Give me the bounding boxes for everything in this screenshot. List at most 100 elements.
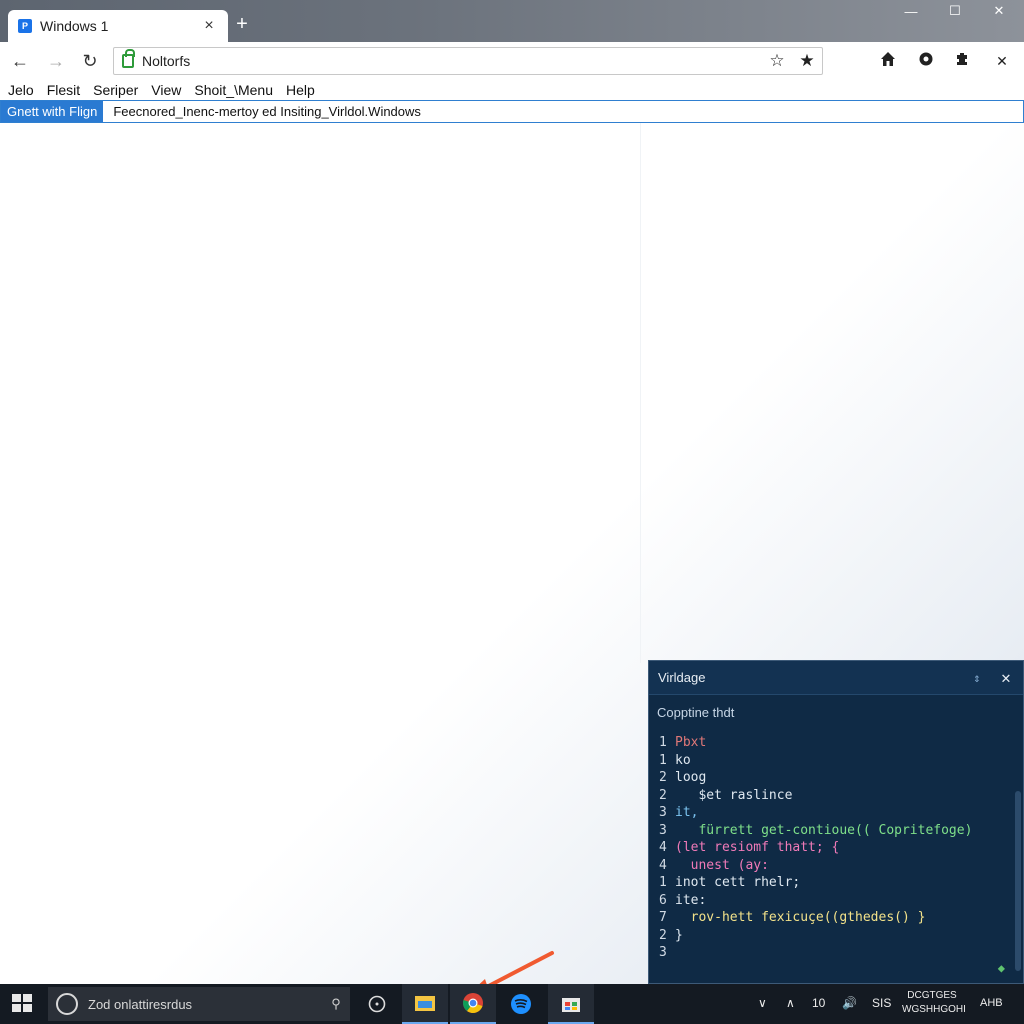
code-line: 1 inot cett rhelr; [659, 874, 1023, 892]
resize-grip-icon[interactable]: ◆ [998, 961, 1005, 975]
close-icon[interactable]: ✕ [990, 50, 1014, 72]
start-button[interactable] [12, 994, 34, 1014]
code-panel-title: Virldage [658, 670, 706, 685]
clock-time: DCGTGES [907, 990, 957, 1001]
line-number: 7 [659, 910, 667, 925]
code-lines: 1 Pbxt 1 ko 2 loog 2 $et raslince 3 it, 3 fürrett… [649, 734, 1023, 962]
menu-item[interactable]: Seriper [93, 82, 138, 98]
info-text: Feecnored_Inenc-mertoy ed Insiting_Virld… [113, 104, 421, 119]
info-action-button[interactable]: Gnett with Flign [1, 101, 104, 122]
code-line: 7 rov-hett fexicuçe((gthedes() } [659, 909, 1023, 927]
code-panel-scrollbar[interactable] [1015, 791, 1021, 971]
file-explorer-icon[interactable] [402, 984, 448, 1024]
volume-icon[interactable]: 🔊 [842, 996, 857, 1010]
address-text[interactable]: Noltorfs [142, 53, 762, 69]
code-line: 2 $et raslince [659, 787, 1023, 805]
line-number: 2 [659, 770, 667, 785]
home-icon[interactable] [876, 50, 900, 72]
code-panel-subtitle: Copptine thdt [657, 705, 735, 720]
address-bar[interactable]: Noltorfs ☆ ★ [113, 47, 823, 75]
code-line: 3 it, [659, 804, 1023, 822]
menu-item[interactable]: Flesit [47, 82, 80, 98]
code-text: Pbxt [675, 735, 707, 750]
code-panel-close-icon[interactable]: ✕ [989, 668, 1023, 687]
browser-tab[interactable]: P Windows 1 × [8, 10, 228, 42]
tab-title: Windows 1 [40, 18, 109, 34]
code-panel: Virldage ⇕ ✕ Copptine thdt 1 Pbxt 1 ko 2 loog… [648, 660, 1024, 984]
reload-button[interactable]: ↻ [78, 50, 102, 72]
tab-favicon-icon: P [18, 19, 32, 33]
cortana-icon[interactable] [354, 984, 400, 1024]
forward-button[interactable]: → [44, 50, 68, 72]
code-line: 4 unest (ay: [659, 857, 1023, 875]
browser-toolbar: ← → ↻ Noltorfs ☆ ★ ✕ [0, 42, 1024, 80]
line-number: 4 [659, 840, 667, 855]
language-indicator[interactable]: AHB [980, 997, 1003, 1009]
taskbar: Zod onlattiresrdus ⚲ ∨ ∧ 10 🔊 SIS DCGTGE… [0, 984, 1024, 1024]
bookmark-star-icon[interactable]: ★ [792, 51, 822, 71]
menu-item[interactable]: Jelo [8, 82, 34, 98]
search-icon [56, 993, 78, 1015]
search-button-icon[interactable]: ⚲ [322, 996, 350, 1012]
code-text: it, [675, 805, 699, 820]
menu-bar: Jelo Flesit Seriper View Shoit_\Menu Hel… [0, 80, 1024, 100]
pin-icon[interactable]: ⇕ [965, 671, 989, 685]
code-line: 6 ite: [659, 892, 1023, 910]
code-line: 1 ko [659, 752, 1023, 770]
line-number: 6 [659, 892, 667, 908]
code-line: 1 Pbxt [659, 734, 1023, 752]
tray-label[interactable]: SIS [872, 996, 891, 1010]
search-input[interactable]: Zod onlattiresrdus [88, 997, 322, 1012]
code-line: 3 fürrett get-contioue(( Copritefoge) [659, 822, 1023, 840]
code-line: 4 (let resiomf thatt; { [659, 839, 1023, 857]
code-line: 2} [659, 927, 1023, 945]
menu-item[interactable]: Shoit_\Menu [194, 82, 273, 98]
new-tab-button[interactable]: + [232, 13, 252, 36]
line-number: 1 [659, 735, 667, 750]
star-outline-icon[interactable]: ☆ [762, 51, 792, 71]
line-number: 1 [659, 875, 667, 890]
code-text: unest (ay: [675, 857, 769, 873]
code-text: ko [675, 752, 691, 768]
info-bar: Gnett with Flign Feecnored_Inenc-mertoy … [0, 100, 1024, 123]
minimize-button[interactable]: — [888, 0, 934, 22]
tray-chevron-icon[interactable]: ∨ [758, 996, 767, 1010]
content-divider [640, 123, 641, 663]
extension-icon[interactable] [950, 50, 974, 72]
close-window-button[interactable]: ✕ [976, 0, 1022, 22]
code-text: } [675, 927, 683, 943]
back-button[interactable]: ← [8, 50, 32, 72]
code-text: rov-hett fexicuçe((gthedes() } [675, 910, 926, 925]
clock-date: WGSHHGOHI [902, 1004, 966, 1015]
menu-item-view[interactable]: View [151, 82, 181, 98]
tray-expand-icon[interactable]: ∧ [786, 996, 795, 1010]
tab-close-icon[interactable]: × [200, 17, 218, 35]
code-text: loog [675, 770, 707, 785]
code-text: $et raslince [675, 787, 793, 803]
line-number: 2 [659, 927, 667, 943]
line-number: 3 [659, 945, 667, 960]
code-line: 3 [659, 944, 1023, 962]
lock-icon [122, 49, 135, 68]
taskbar-search[interactable]: Zod onlattiresrdus ⚲ [48, 987, 350, 1021]
code-text: ite: [675, 892, 707, 908]
code-text: fürrett get-contioue(( Copritefoge) [675, 822, 973, 838]
line-number: 2 [659, 787, 667, 803]
chrome-icon[interactable] [450, 984, 496, 1024]
taskbar-clock[interactable]: DCGTGES WGSHHGOHI [902, 989, 966, 1017]
spotify-icon[interactable] [498, 984, 544, 1024]
title-bar: P Windows 1 × + — ☐ ✕ [0, 0, 1024, 42]
tray-number[interactable]: 10 [812, 996, 825, 1010]
code-panel-header: Virldage ⇕ ✕ [649, 661, 1023, 695]
code-text: inot cett rhelr; [675, 875, 801, 890]
store-icon[interactable] [548, 984, 594, 1024]
line-number: 3 [659, 805, 667, 820]
settings-icon[interactable] [914, 50, 938, 72]
line-number: 4 [659, 857, 667, 873]
menu-item-help[interactable]: Help [286, 82, 315, 98]
line-number: 3 [659, 822, 667, 838]
code-line: 2 loog [659, 769, 1023, 787]
maximize-button[interactable]: ☐ [932, 0, 978, 22]
code-text: (let resiomf thatt; { [675, 840, 840, 855]
line-number: 1 [659, 752, 667, 768]
